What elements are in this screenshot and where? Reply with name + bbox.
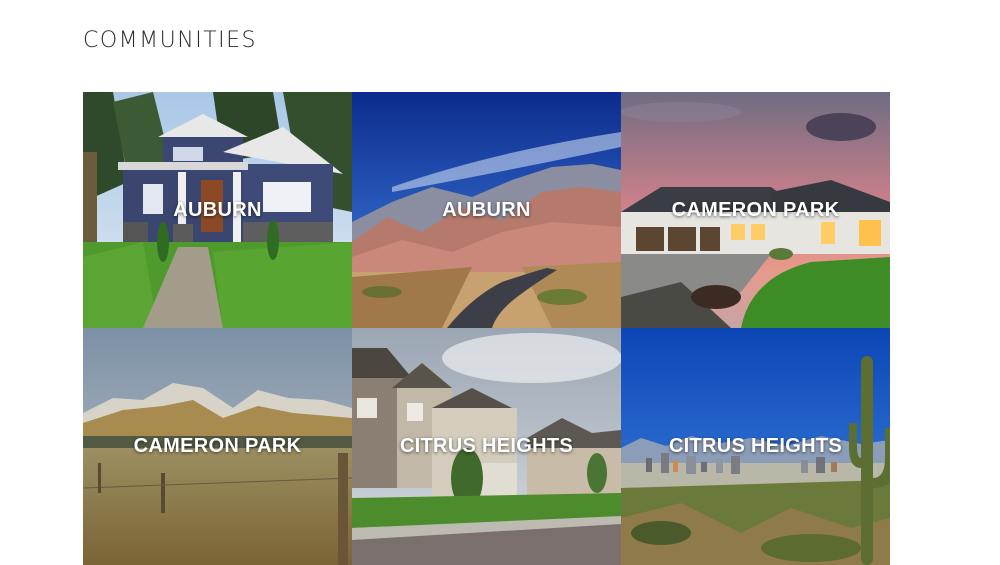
community-tile-cameron-park-1[interactable]: CAMERON PARK	[621, 92, 890, 328]
community-label: CITRUS HEIGHTS	[399, 435, 574, 457]
page-title: COMMUNITIES	[83, 28, 257, 53]
community-tile-citrus-heights-2[interactable]: CITRUS HEIGHTS	[621, 328, 890, 565]
communities-grid: AUBURN AUBURN CAMERON PARK CAMERON PARK …	[83, 92, 890, 565]
community-label: CITRUS HEIGHTS	[668, 435, 843, 457]
community-label: AUBURN	[173, 198, 262, 221]
community-tile-auburn-2[interactable]: AUBURN	[352, 92, 621, 328]
community-label: CAMERON PARK	[671, 198, 840, 221]
community-tile-auburn-1[interactable]: AUBURN	[83, 92, 352, 328]
community-tile-cameron-park-2[interactable]: CAMERON PARK	[83, 328, 352, 565]
community-label: AUBURN	[442, 198, 531, 221]
community-tile-citrus-heights-1[interactable]: CITRUS HEIGHTS	[352, 328, 621, 565]
community-label: CAMERON PARK	[133, 435, 302, 457]
